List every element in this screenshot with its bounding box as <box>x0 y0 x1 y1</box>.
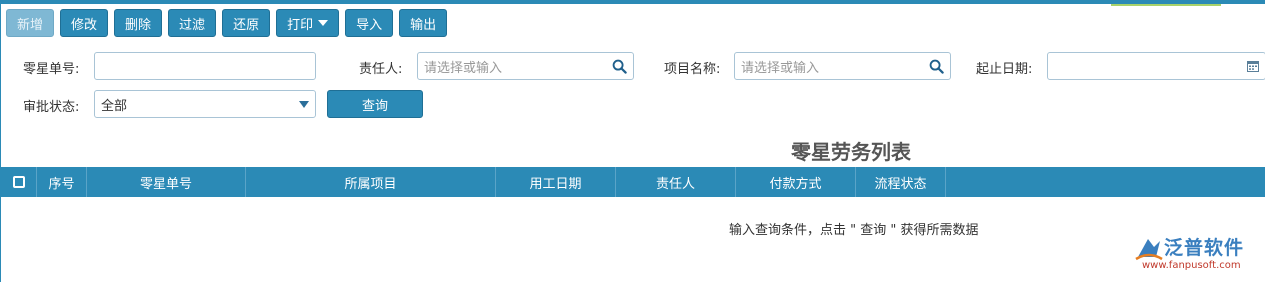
column-header[interactable]: 零星单号 <box>87 167 246 197</box>
export-button[interactable]: 输出 <box>399 9 448 37</box>
column-header[interactable]: 用工日期 <box>496 167 616 197</box>
order-no-label: 零星单号: <box>23 62 80 77</box>
approval-status-select[interactable]: 全部 <box>94 90 316 118</box>
column-header[interactable]: 流程状态 <box>856 167 946 197</box>
column-header[interactable]: 责任人 <box>616 167 736 197</box>
top-accent-highlight <box>1111 4 1221 6</box>
empty-message: 输入查询条件，点击 " 查询 " 获得所需数据 <box>729 223 979 238</box>
date-range-input[interactable] <box>1047 52 1265 80</box>
import-button[interactable]: 导入 <box>345 9 394 37</box>
delete-button[interactable]: 删除 <box>114 9 163 37</box>
brand-name: 泛普软件 <box>1164 237 1245 259</box>
search-icon[interactable] <box>928 58 944 74</box>
column-header[interactable]: 序号 <box>37 167 87 197</box>
print-button[interactable]: 打印 <box>276 9 340 37</box>
add-button[interactable]: 新增 <box>6 9 55 37</box>
list-title: 零星劳务列表 <box>791 140 911 164</box>
column-header[interactable]: 所属项目 <box>246 167 496 197</box>
app-frame: 新增 修改 删除 过滤 还原 打印 导入 输出 零星单号: 责任人: 请选择或输… <box>0 0 1265 282</box>
caret-down-icon <box>318 20 329 26</box>
chevron-down-icon <box>299 100 309 108</box>
select-all-cell <box>1 167 37 197</box>
toolbar: 新增 修改 删除 过滤 还原 打印 导入 输出 <box>6 9 448 37</box>
query-button[interactable]: 查询 <box>327 90 423 118</box>
project-label: 项目名称: <box>664 62 721 77</box>
project-placeholder: 请选择或输入 <box>741 60 820 76</box>
brand-url: www.fanpusoft.com <box>1142 260 1241 271</box>
table-header: 序号 零星单号 所属项目 用工日期 责任人 付款方式 流程状态 <box>1 167 1265 197</box>
select-all-checkbox[interactable] <box>12 176 25 188</box>
edit-button[interactable]: 修改 <box>60 9 109 37</box>
project-input[interactable]: 请选择或输入 <box>734 52 951 80</box>
approval-status-value: 全部 <box>101 98 128 114</box>
restore-button[interactable]: 还原 <box>222 9 271 37</box>
owner-label: 责任人: <box>359 62 403 77</box>
date-range-label: 起止日期: <box>976 62 1033 77</box>
search-icon[interactable] <box>611 58 627 74</box>
approval-status-label: 审批状态: <box>23 100 80 115</box>
order-no-input[interactable] <box>94 52 316 80</box>
print-button-label: 打印 <box>287 17 314 33</box>
brand-logo: 泛普软件 www.fanpusoft.com <box>1134 233 1259 273</box>
top-accent-bar <box>1 0 1265 4</box>
filter-button[interactable]: 过滤 <box>168 9 217 37</box>
brand-mark-icon <box>1135 239 1163 261</box>
calendar-icon[interactable] <box>1247 60 1259 72</box>
owner-placeholder: 请选择或输入 <box>424 60 503 76</box>
column-header[interactable]: 付款方式 <box>736 167 856 197</box>
owner-input[interactable]: 请选择或输入 <box>417 52 634 80</box>
header-filler <box>946 167 1265 197</box>
